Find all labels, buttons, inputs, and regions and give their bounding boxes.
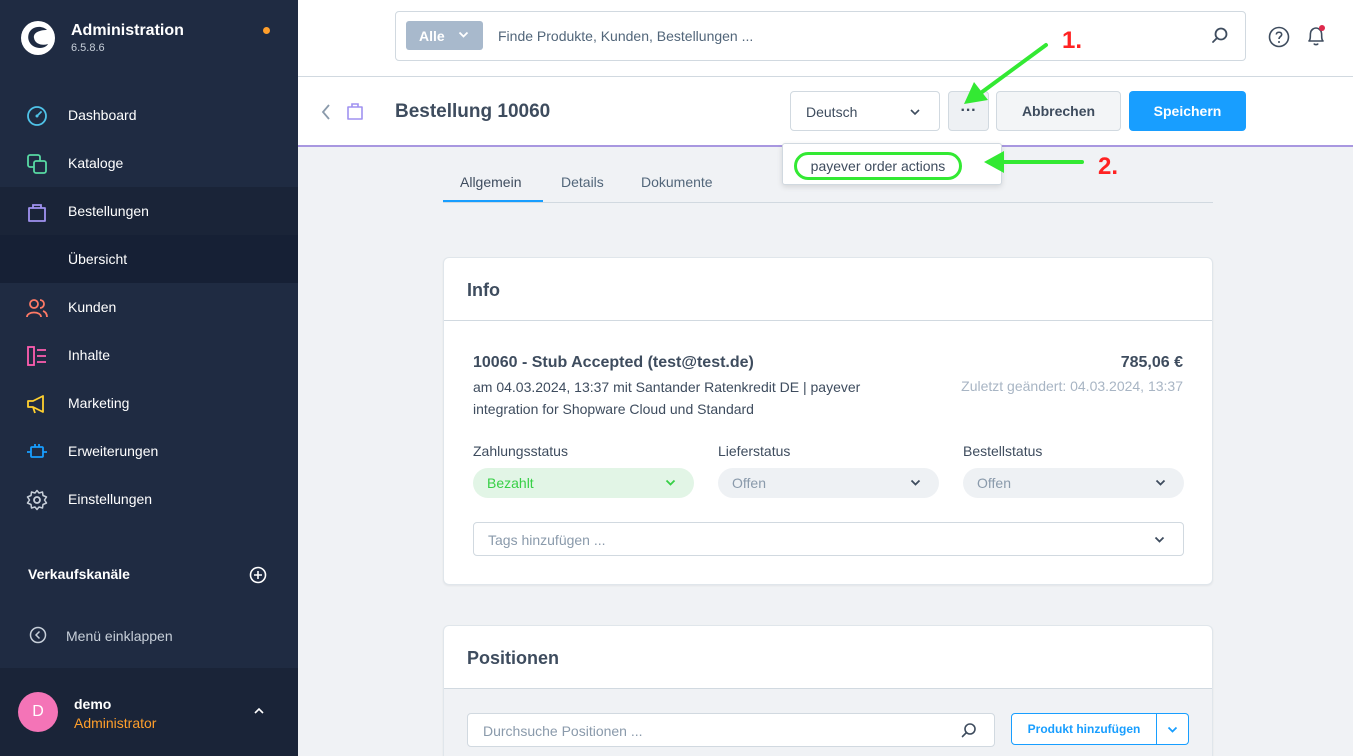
more-actions-button[interactable]: ···	[948, 91, 989, 131]
sidebar-item-label: Kunden	[68, 299, 117, 315]
card-title: Info	[467, 280, 500, 300]
active-tab-indicator	[443, 200, 543, 202]
sidebar-item-label: Inhalte	[68, 347, 111, 363]
back-icon[interactable]	[320, 103, 332, 121]
plug-icon	[27, 444, 47, 458]
chevron-up-icon[interactable]	[252, 706, 266, 716]
sidebar-item-settings[interactable]: Einstellungen	[0, 475, 298, 523]
search-type-label: Alle	[419, 28, 445, 44]
global-search: Alle	[395, 11, 1246, 61]
user-name: demo	[74, 696, 112, 712]
annotation-step-2: 2.	[1098, 153, 1119, 180]
top-bar: Alle	[298, 0, 1353, 77]
sidebar-item-extensions[interactable]: Erweiterungen	[0, 427, 298, 475]
smart-bar: Bestellung 10060 Deutsch ··· Abbrechen S…	[298, 77, 1353, 147]
chevron-down-icon	[1167, 726, 1178, 733]
add-sales-channel-icon[interactable]	[249, 566, 267, 584]
payment-status-select[interactable]: Bezahlt	[473, 468, 694, 498]
user-menu[interactable]: D demo Administrator	[0, 668, 298, 756]
sidebar-item-marketing[interactable]: Marketing	[0, 379, 298, 427]
gauge-icon	[27, 106, 47, 126]
search-icon[interactable]	[1210, 26, 1230, 46]
sales-channels-heading: Verkaufskanäle	[28, 566, 130, 582]
page-title: Bestellung 10060	[395, 101, 551, 122]
divider	[444, 320, 1212, 321]
user-role: Administrator	[74, 715, 157, 731]
shopping-bag-icon	[28, 204, 46, 222]
tags-select[interactable]: Tags hinzufügen ...	[473, 522, 1184, 556]
tab-details[interactable]: Details	[561, 174, 604, 190]
positions-search-input[interactable]	[483, 721, 943, 741]
save-button[interactable]: Speichern	[1129, 91, 1246, 131]
delivery-status-value: Offen	[732, 475, 766, 491]
menu-item-payever-order-actions[interactable]: payever order actions	[794, 152, 962, 180]
language-select[interactable]: Deutsch	[790, 91, 940, 131]
sidebar-item-orders[interactable]: Bestellungen	[0, 187, 298, 235]
annotation-step-1: 1.	[1062, 27, 1083, 54]
sidebar: Administration 6.5.8.6 Dashboard Katalog…	[0, 0, 298, 756]
users-icon	[26, 299, 48, 318]
sidebar-item-label: Übersicht	[68, 251, 128, 267]
language-select-value: Deutsch	[806, 104, 858, 120]
tab-documents[interactable]: Dokumente	[641, 174, 713, 190]
catalog-icon	[27, 154, 47, 174]
delivery-status-select[interactable]: Offen	[718, 468, 939, 498]
shopping-bag-icon	[347, 103, 363, 120]
sidebar-item-dashboard[interactable]: Dashboard	[0, 91, 298, 139]
sidebar-item-label: Kataloge	[68, 155, 124, 171]
cancel-button[interactable]: Abbrechen	[996, 91, 1121, 131]
sidebar-item-content[interactable]: Inhalte	[0, 331, 298, 379]
content-icon	[27, 346, 46, 366]
help-icon[interactable]	[1268, 26, 1290, 48]
order-status-select[interactable]: Offen	[963, 468, 1184, 498]
sidebar-item-label: Dashboard	[68, 107, 137, 123]
sidebar-item-catalogs[interactable]: Kataloge	[0, 139, 298, 187]
tab-general[interactable]: Allgemein	[460, 174, 521, 190]
search-icon[interactable]	[960, 722, 978, 740]
collapse-menu-icon[interactable]	[29, 626, 47, 644]
add-product-button[interactable]: Produkt hinzufügen	[1011, 713, 1157, 745]
app-version: 6.5.8.6	[71, 42, 105, 54]
notification-dot	[263, 27, 270, 34]
sidebar-subitem-overview[interactable]: Übersicht	[0, 235, 298, 283]
collapse-menu-button[interactable]: Menü einklappen	[66, 628, 173, 644]
positions-search	[467, 713, 995, 747]
order-status-value: Offen	[977, 475, 1011, 491]
chevron-down-icon	[1154, 536, 1165, 543]
tags-placeholder: Tags hinzufügen ...	[488, 532, 606, 548]
order-total: 785,06 €	[1120, 354, 1183, 371]
info-card: Info 10060 - Stub Accepted (test@test.de…	[443, 257, 1213, 585]
positions-card: Positionen Produkt hinzufügen	[443, 625, 1213, 756]
order-heading: 10060 - Stub Accepted (test@test.de)	[473, 354, 754, 371]
search-type-select[interactable]: Alle	[406, 21, 483, 50]
add-product-dropdown-button[interactable]	[1157, 713, 1189, 745]
last-changed: Zuletzt geändert: 04.03.2024, 13:37	[961, 378, 1183, 394]
app-title: Administration	[71, 22, 184, 39]
more-actions-menu: payever order actions	[782, 143, 1002, 185]
sidebar-item-label: Marketing	[68, 395, 130, 411]
card-title: Positionen	[467, 648, 560, 668]
sidebar-item-label: Erweiterungen	[68, 443, 159, 459]
bell-icon[interactable]	[1304, 24, 1328, 48]
payment-status-label: Zahlungsstatus	[473, 443, 568, 459]
chevron-down-icon	[910, 109, 920, 116]
positions-toolbar: Produkt hinzufügen	[444, 688, 1212, 756]
chevron-down-icon	[910, 479, 921, 486]
avatar: D	[18, 692, 58, 732]
order-description: am 04.03.2024, 13:37 mit Santander Raten…	[473, 379, 861, 417]
shopware-logo-icon[interactable]	[20, 20, 56, 56]
sidebar-item-label: Bestellungen	[68, 203, 149, 219]
delivery-status-label: Lieferstatus	[718, 443, 791, 459]
chevron-down-icon	[458, 31, 469, 38]
gear-icon	[26, 489, 48, 511]
sidebar-header: Administration 6.5.8.6	[0, 0, 298, 76]
megaphone-icon	[27, 395, 44, 414]
order-status-label: Bestellstatus	[963, 443, 1043, 459]
sidebar-item-label: Einstellungen	[68, 491, 153, 507]
payment-status-value: Bezahlt	[487, 475, 534, 491]
search-input[interactable]	[498, 22, 1188, 50]
chevron-down-icon	[1155, 479, 1166, 486]
sidebar-item-customers[interactable]: Kunden	[0, 283, 298, 331]
chevron-down-icon	[665, 479, 676, 486]
